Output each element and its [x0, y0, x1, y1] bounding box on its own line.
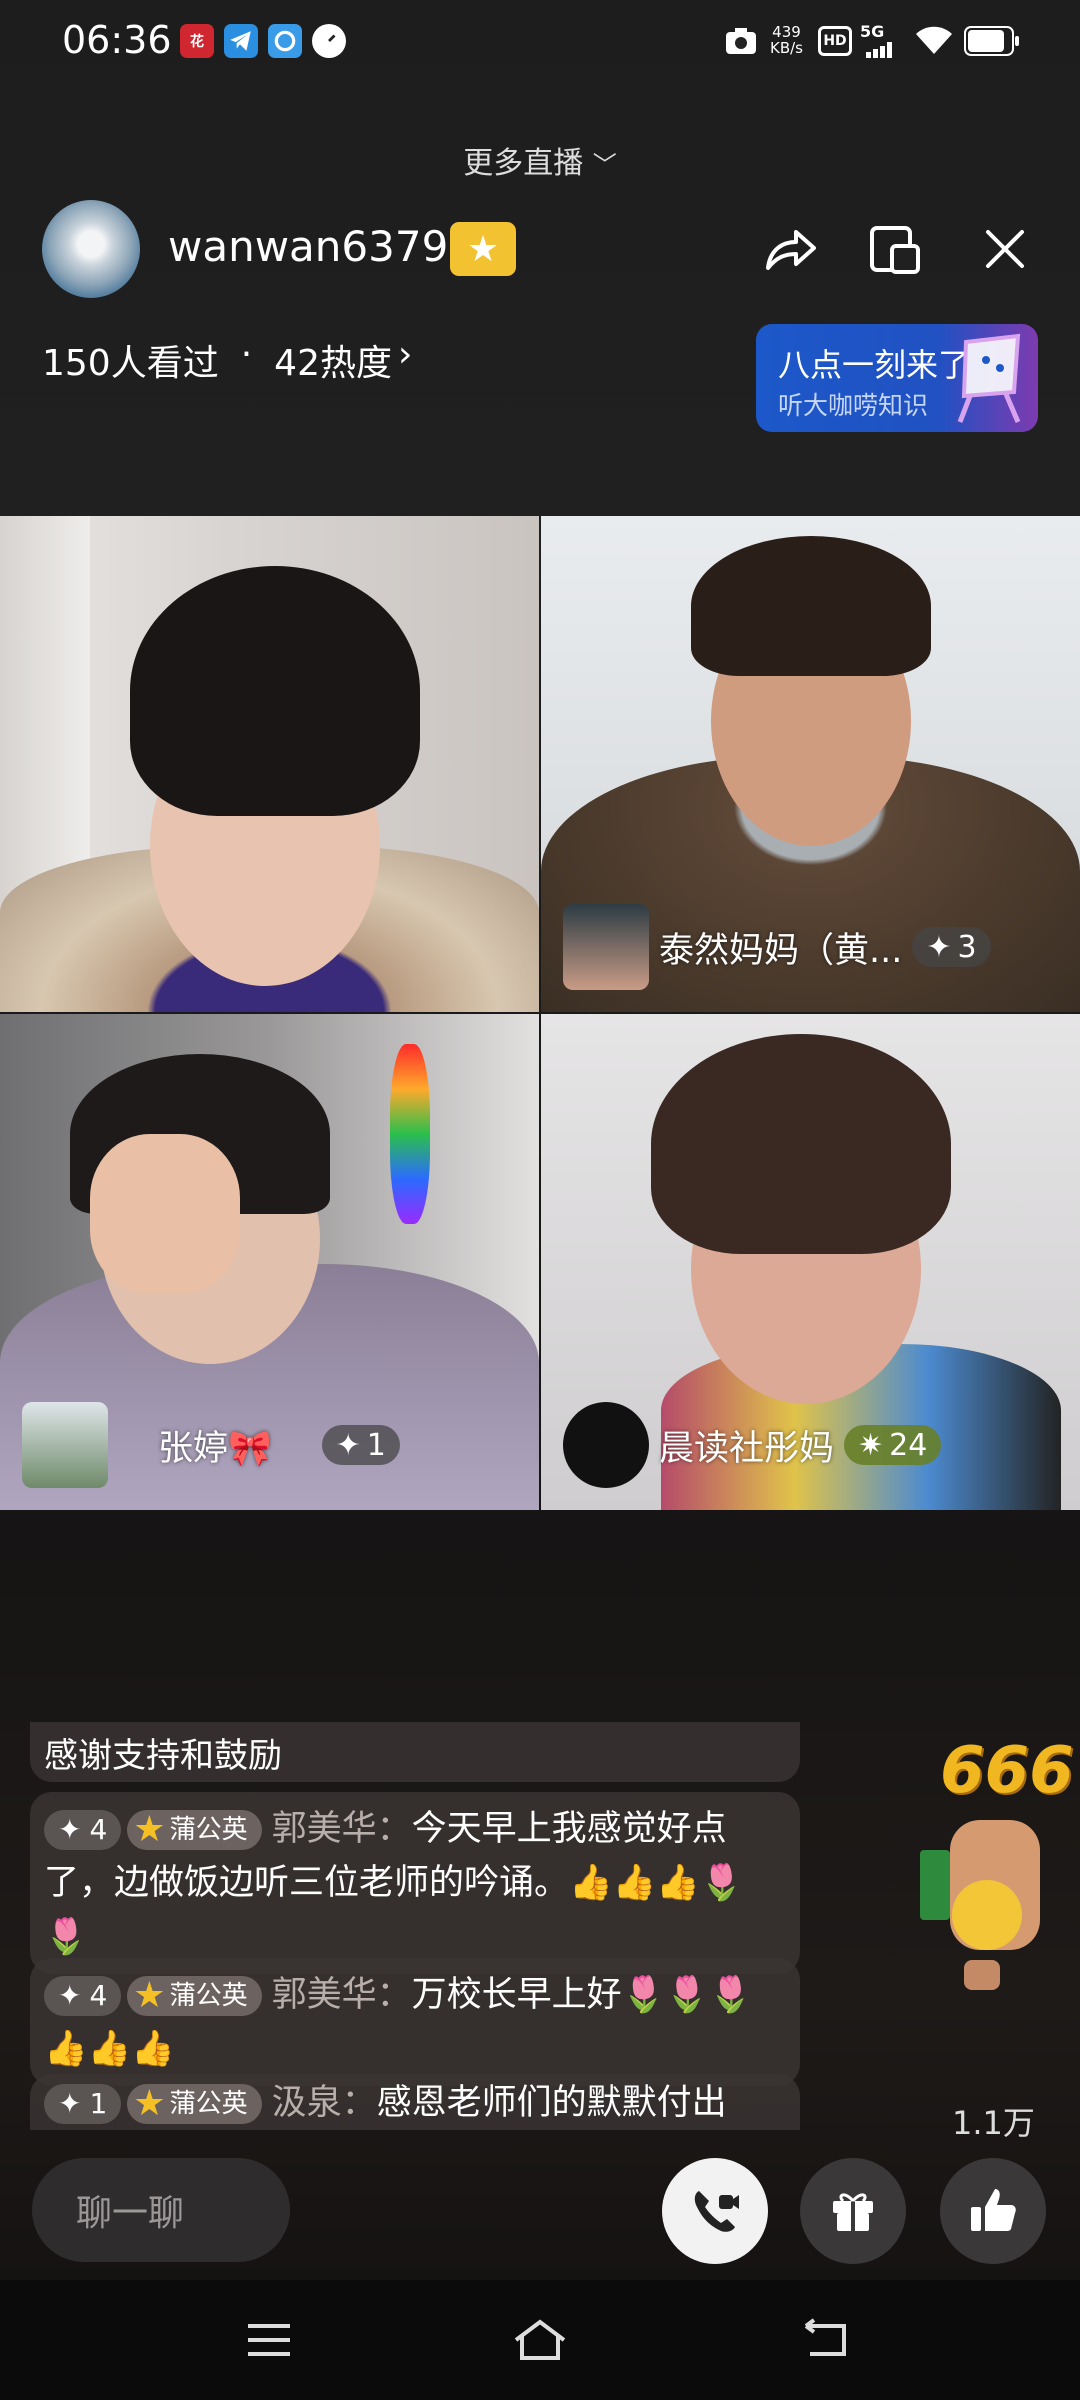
star-icon: ★ — [133, 1975, 166, 2016]
host-avatar[interactable] — [42, 200, 140, 298]
guest-level-badge: ✦ 1 — [321, 1425, 400, 1465]
home-icon[interactable] — [510, 2316, 570, 2364]
camera-icon — [724, 26, 758, 60]
like-button[interactable] — [940, 2158, 1046, 2264]
chat-input[interactable]: 聊一聊 — [32, 2158, 290, 2262]
system-nav-bar — [0, 2280, 1080, 2400]
chevron-right-icon: › — [397, 334, 413, 375]
easel-icon — [957, 333, 1021, 423]
video-tile-host[interactable] — [0, 516, 539, 1012]
star-icon: ★ — [133, 2083, 166, 2124]
guest-avatar — [22, 1402, 108, 1488]
status-bar: 06:36 花 439 KB/s HD 5G — [0, 0, 1080, 90]
thumbs-up-icon — [971, 2189, 1016, 2231]
user-level-badge: ✦ 4 — [44, 1976, 122, 2016]
signal-icon — [866, 42, 894, 62]
chat-message-partial: 感谢支持和鼓励 — [30, 1722, 800, 1782]
close-icon[interactable] — [970, 214, 1040, 284]
speed-icon — [312, 24, 346, 58]
video-tile-guest-3[interactable]: 晨读社彤妈 ✷ 24 — [541, 1014, 1080, 1510]
wifi-icon — [914, 24, 954, 60]
promo-banner[interactable]: 八点一刻来了 听大咖唠知识 — [756, 324, 1038, 432]
guest-avatar — [563, 1402, 649, 1488]
star-icon: ★ — [133, 1809, 166, 1850]
guest-level-badge: ✷ 24 — [844, 1425, 942, 1465]
heat-count: 42热度 — [274, 343, 392, 384]
fan-club-badge: ★ 蒲公英 — [127, 1975, 262, 2016]
video-tile-guest-1[interactable]: 泰然妈妈（黄... ✦ 3 — [541, 516, 1080, 1012]
mini-window-icon[interactable] — [860, 214, 930, 284]
host-username[interactable]: wanwan6379 — [168, 222, 448, 271]
guest-name-tag: 泰然妈妈（黄... ✦ 3 — [563, 904, 991, 990]
hd-badge: HD — [818, 26, 852, 56]
chevron-down-icon: ﹀ — [592, 151, 617, 179]
share-icon[interactable] — [754, 214, 824, 284]
666-sticker-icon[interactable]: 666 — [920, 1730, 1074, 2010]
gift-button[interactable] — [800, 2158, 906, 2264]
guest-level-badge: ✦ 3 — [912, 927, 991, 967]
guest-avatar — [563, 904, 649, 990]
live-stats[interactable]: 150人看过 · 42热度 › — [42, 334, 412, 386]
chat-message[interactable]: ✦ 4 ★ 蒲公英 郭美华：今天早上我感觉好点了，边做饭边听三位老师的吟诵。👍👍👍🌷🌷 — [30, 1792, 800, 1974]
user-level-badge: ✦ 1 — [44, 2084, 122, 2124]
chat-message[interactable]: ✦ 4 ★ 蒲公英 郭美华：万校长早上好🌷🌷🌷👍👍👍 — [30, 1958, 800, 2086]
user-level-badge: ✦ 4 — [44, 1810, 122, 1850]
back-icon[interactable] — [798, 2318, 852, 2362]
phone-video-icon — [694, 2191, 739, 2232]
app-notification-icon: 花 — [180, 24, 214, 58]
browser-icon — [268, 24, 302, 58]
viewers-count: 150人看过 — [42, 343, 219, 384]
fan-club-badge: ★ 蒲公英 — [127, 2083, 262, 2124]
status-time: 06:36 — [62, 18, 172, 62]
battery-icon — [964, 26, 1020, 60]
guest-name-tag: 晨读社彤妈 ✷ 24 — [563, 1402, 942, 1488]
more-live-button[interactable]: 更多直播 ﹀ — [0, 138, 1080, 182]
sparkle-icon: ✦ — [335, 1427, 361, 1463]
likes-count: 1.1万 — [952, 2104, 1035, 2142]
fan-club-badge: ★ 蒲公英 — [127, 1809, 262, 1850]
net-speed: 439 KB/s — [770, 23, 803, 57]
menu-icon[interactable] — [244, 2320, 294, 2360]
telegram-icon — [224, 24, 258, 58]
signal-type: 5G — [860, 22, 885, 41]
video-call-button[interactable] — [662, 2158, 768, 2264]
gift-icon — [833, 2193, 873, 2231]
vip-badge-icon: ★ — [450, 222, 516, 276]
sparkle-icon: ✦ — [926, 929, 952, 965]
chat-message[interactable]: ✦ 1 ★ 蒲公英 汲泉：感恩老师们的默默付出 — [30, 2074, 800, 2130]
guest-name-tag: 张婷🎀 ✦ 1 — [22, 1402, 400, 1488]
video-tile-guest-2[interactable]: 张婷🎀 ✦ 1 — [0, 1014, 539, 1510]
sparkle-icon: ✷ — [858, 1427, 884, 1463]
